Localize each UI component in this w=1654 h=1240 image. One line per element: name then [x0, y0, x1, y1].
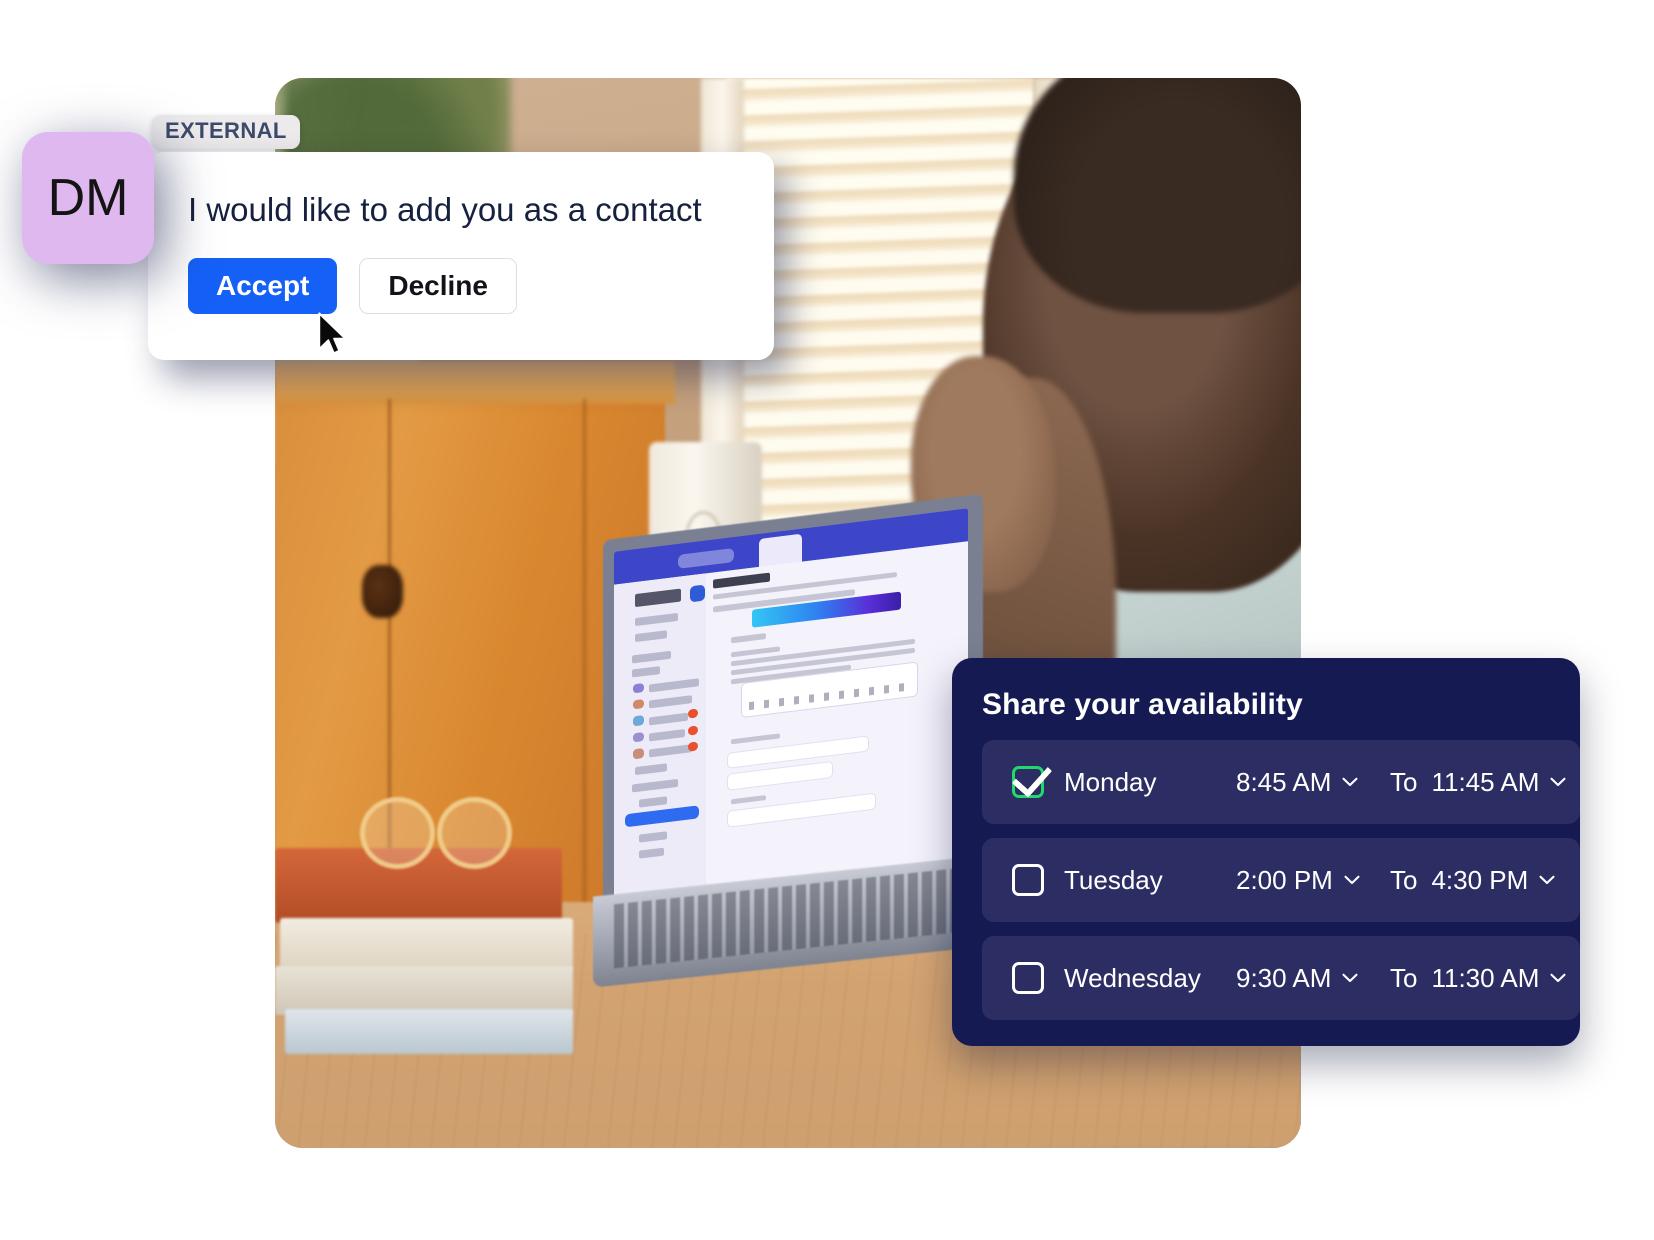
end-time-select[interactable]: 4:30 PM	[1431, 865, 1555, 896]
laptop-unread-badge	[687, 741, 698, 752]
checkbox-empty-icon[interactable]	[1012, 864, 1044, 896]
laptop-sidebar-avatar	[633, 682, 644, 693]
end-time-value: 11:30 AM	[1431, 962, 1540, 993]
checkbox-empty-icon[interactable]	[1012, 962, 1044, 994]
end-time-value: 4:30 PM	[1431, 864, 1529, 895]
day-label: Tuesday	[1064, 864, 1163, 895]
photo-book-blue	[285, 1008, 573, 1054]
chevron-down-icon	[1539, 875, 1555, 885]
start-time-select[interactable]: 9:30 AM	[1236, 963, 1384, 994]
laptop-sidebar-avatar	[633, 731, 644, 743]
start-time-value: 2:00 PM	[1236, 864, 1333, 895]
decline-button[interactable]: Decline	[359, 258, 517, 315]
to-label: To	[1390, 766, 1418, 797]
contact-request-card: I would like to add you as a contact Acc…	[148, 152, 774, 360]
start-time-value: 8:45 AM	[1236, 766, 1332, 797]
availability-row[interactable]: Monday 8:45 AM To 11:45 AM	[982, 740, 1580, 824]
photo-person-hair	[1013, 78, 1301, 314]
chevron-down-icon	[1550, 973, 1566, 983]
pointer-arrow-icon	[318, 312, 347, 355]
photo-book-white	[280, 917, 573, 972]
share-availability-panel: Share your availability Monday 8:45 AM T…	[952, 658, 1580, 1046]
external-badge: EXTERNAL	[152, 115, 300, 149]
chevron-down-icon	[1342, 973, 1358, 983]
start-time-select[interactable]: 2:00 PM	[1236, 865, 1384, 896]
to-label: To	[1390, 962, 1418, 993]
checkbox-checked-icon[interactable]	[1012, 766, 1044, 798]
panel-title: Share your availability	[982, 688, 1303, 721]
start-time-select[interactable]: 8:45 AM	[1236, 767, 1384, 798]
availability-rows: Monday 8:45 AM To 11:45 AM Tuesday 2:00 …	[982, 740, 1580, 1020]
laptop-unread-badge	[687, 724, 698, 735]
availability-row[interactable]: Tuesday 2:00 PM To 4:30 PM	[982, 838, 1580, 922]
chevron-down-icon	[1342, 777, 1358, 787]
end-time-select[interactable]: 11:30 AM	[1431, 963, 1566, 994]
laptop-sidebar-avatar	[633, 747, 644, 759]
contact-request-message: I would like to add you as a contact	[188, 191, 702, 228]
availability-row[interactable]: Wednesday 9:30 AM To 11:30 AM	[982, 936, 1580, 1020]
avatar: DM	[22, 132, 154, 264]
photo-cabinet-seam-2	[582, 399, 586, 913]
end-time-value: 11:45 AM	[1431, 766, 1540, 797]
day-label: Wednesday	[1064, 962, 1201, 993]
photo-cabinet-top	[275, 361, 676, 405]
chevron-down-icon	[1550, 777, 1566, 787]
laptop-sidebar-avatar	[633, 714, 644, 726]
accept-button[interactable]: Accept	[188, 258, 338, 315]
to-label: To	[1390, 864, 1418, 895]
end-time-select[interactable]: 11:45 AM	[1431, 767, 1566, 798]
dm-avatar-wrapper: DM	[22, 132, 154, 264]
laptop-app-new-chat-button	[689, 583, 705, 603]
laptop-sidebar-avatar	[633, 698, 644, 710]
screenshot-stage: EXTERNAL DM I would like to add you as a…	[0, 0, 1654, 1240]
start-time-value: 9:30 AM	[1236, 962, 1332, 993]
photo-book-cream	[275, 966, 573, 1016]
photo-cabinet-handle	[362, 564, 404, 619]
day-label: Monday	[1064, 766, 1157, 797]
photo-eyeglasses	[357, 784, 511, 870]
contact-request-actions: Accept Decline	[188, 258, 774, 315]
chevron-down-icon	[1344, 875, 1360, 885]
photo-laptop-screen	[613, 507, 968, 916]
laptop-unread-badge	[687, 708, 698, 719]
